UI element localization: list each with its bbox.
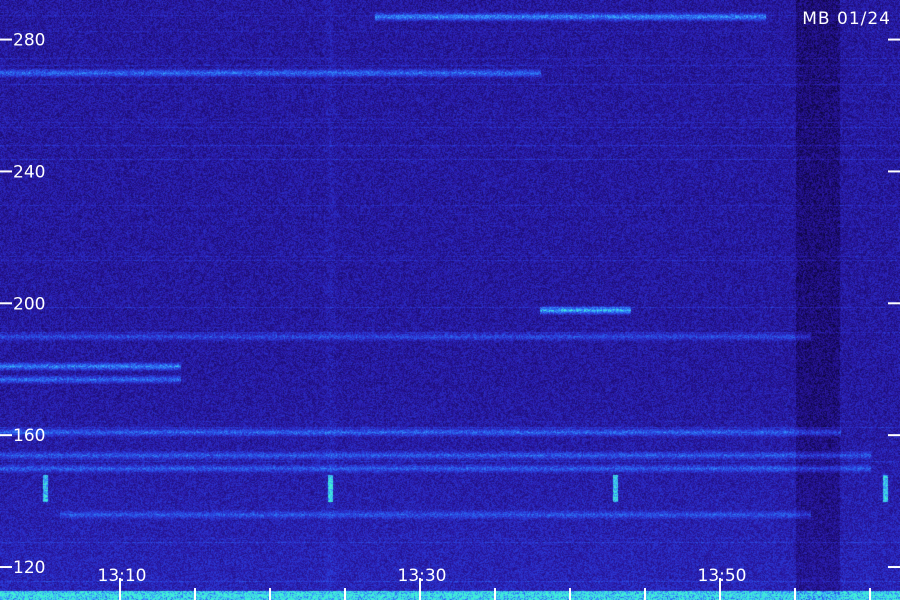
y-tick-label: 240 xyxy=(13,162,45,182)
y-tick-label: 120 xyxy=(13,558,45,578)
x-tick-label: 13:30 xyxy=(398,566,447,586)
y-tick-label: 280 xyxy=(13,31,45,51)
spectrogram-chart: 120 160 200 240 280 13:10 13:30 13:50 MB 01/24 xyxy=(0,0,900,600)
spectrogram-heatmap xyxy=(0,0,900,600)
station-label: MB 01/24 xyxy=(802,9,891,29)
y-tick-label: 200 xyxy=(13,294,45,314)
x-tick-label: 13:50 xyxy=(698,566,747,586)
y-tick-label: 160 xyxy=(13,426,45,446)
x-tick-label: 13:10 xyxy=(98,566,147,586)
